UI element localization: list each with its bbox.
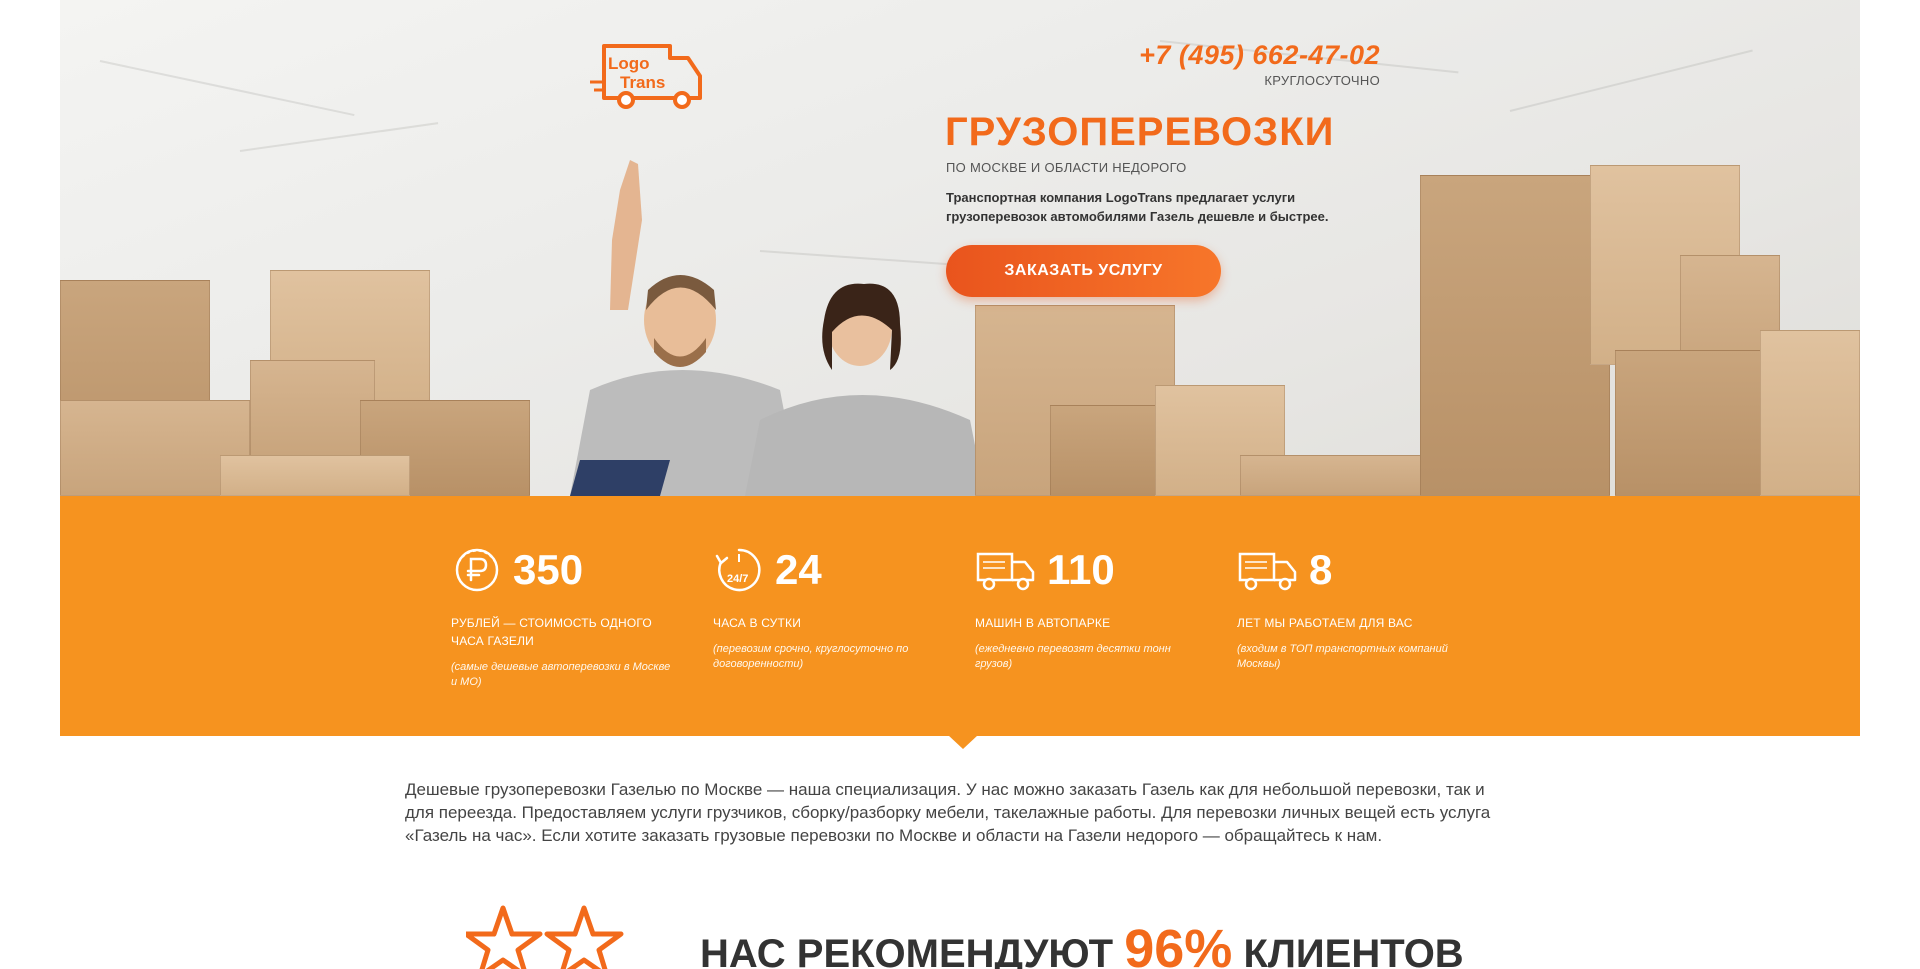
stat-value: 350 [513, 546, 584, 593]
wall-texture [1509, 49, 1753, 112]
star-icon [544, 905, 624, 969]
header-contacts: +7 (495) 662-47-02 КРУГЛОСУТОЧНО [1139, 40, 1380, 88]
recommend-prefix: НАС РЕКОМЕНДУЮТ [700, 932, 1114, 969]
recommend-percent: 96% [1124, 919, 1233, 969]
svg-text:24/7: 24/7 [727, 573, 748, 585]
stat-item: 8 ЛЕТ МЫ РАБОТАЕМ ДЛЯ ВАС (входим в ТОП … [1237, 544, 1457, 672]
ruble-coin-icon [455, 548, 499, 592]
stat-label: РУБЛЕЙ — СТОИМОСТЬ ОДНОГО ЧАСА ГАЗЕЛИ [451, 616, 652, 648]
hero-title: ГРУЗОПЕРЕВОЗКИ [945, 110, 1335, 154]
cardboard-box [1420, 175, 1610, 496]
cardboard-box [250, 360, 375, 460]
stat-item: 350 РУБЛЕЙ — СТОИМОСТЬ ОДНОГО ЧАСА ГАЗЕЛ… [451, 544, 671, 690]
logo-text-line1: Logo [608, 54, 650, 73]
stat-note: (ежедневно перевозят десятки тонн грузов… [975, 643, 1171, 670]
stat-value: 24 [775, 546, 822, 593]
logo[interactable]: Logo Trans [590, 36, 710, 112]
phone-link[interactable]: +7 (495) 662-47-02 [1139, 40, 1380, 71]
hero-section: Logo Trans +7 (495) 662-47-02 КРУГЛОСУТО… [60, 0, 1860, 496]
stats-pointer [948, 735, 978, 749]
stats-section [60, 496, 1860, 736]
woman-photo [745, 283, 985, 496]
rating-stars [466, 905, 624, 969]
wall-texture [239, 122, 439, 152]
star-icon [466, 905, 543, 969]
truck-icon [1238, 552, 1297, 591]
stat-item: 24/7 24 ЧАСА В СУТКИ (перевозим срочно, … [713, 544, 933, 672]
hero-subtitle: ПО МОСКВЕ И ОБЛАСТИ НЕДОРОГО [946, 160, 1187, 175]
cardboard-box [220, 455, 410, 496]
stat-item: 110 МАШИН В АВТОПАРКЕ (ежедневно перевоз… [975, 544, 1195, 672]
cardboard-box [1760, 330, 1860, 496]
truck-icon [976, 552, 1035, 591]
stat-value: 110 [1047, 546, 1115, 593]
recommend-heading: НАС РЕКОМЕНДУЮТ 96% КЛИЕНТОВ [700, 918, 1464, 969]
recommend-suffix: КЛИЕНТОВ [1243, 932, 1464, 969]
stat-label: ЛЕТ МЫ РАБОТАЕМ ДЛЯ ВАС [1237, 616, 1413, 630]
hero-description: Транспортная компания LogoTrans предлага… [946, 190, 1329, 224]
logo-text-line2: Trans [620, 73, 665, 92]
wall-texture [99, 60, 355, 117]
stat-label: МАШИН В АВТОПАРКЕ [975, 616, 1111, 630]
stat-note: (самые дешевые автоперевозки в Москве и … [451, 661, 671, 688]
clock-24-7-icon: 24/7 [715, 548, 761, 592]
phone-availability: КРУГЛОСУТОЧНО [1264, 73, 1380, 88]
intro-paragraph: Дешевые грузоперевозки Газелью по Москве… [405, 780, 1491, 845]
stat-value: 8 [1309, 546, 1333, 593]
stat-label: ЧАСА В СУТКИ [713, 616, 802, 630]
stat-note: (входим в ТОП транспортных компаний Моск… [1237, 643, 1448, 670]
landing-page: Logo Trans +7 (495) 662-47-02 КРУГЛОСУТО… [0, 0, 1920, 969]
order-service-button[interactable]: ЗАКАЗАТЬ УСЛУГУ [946, 245, 1221, 297]
stat-note: (перевозим срочно, круглосуточно по дого… [713, 643, 909, 670]
